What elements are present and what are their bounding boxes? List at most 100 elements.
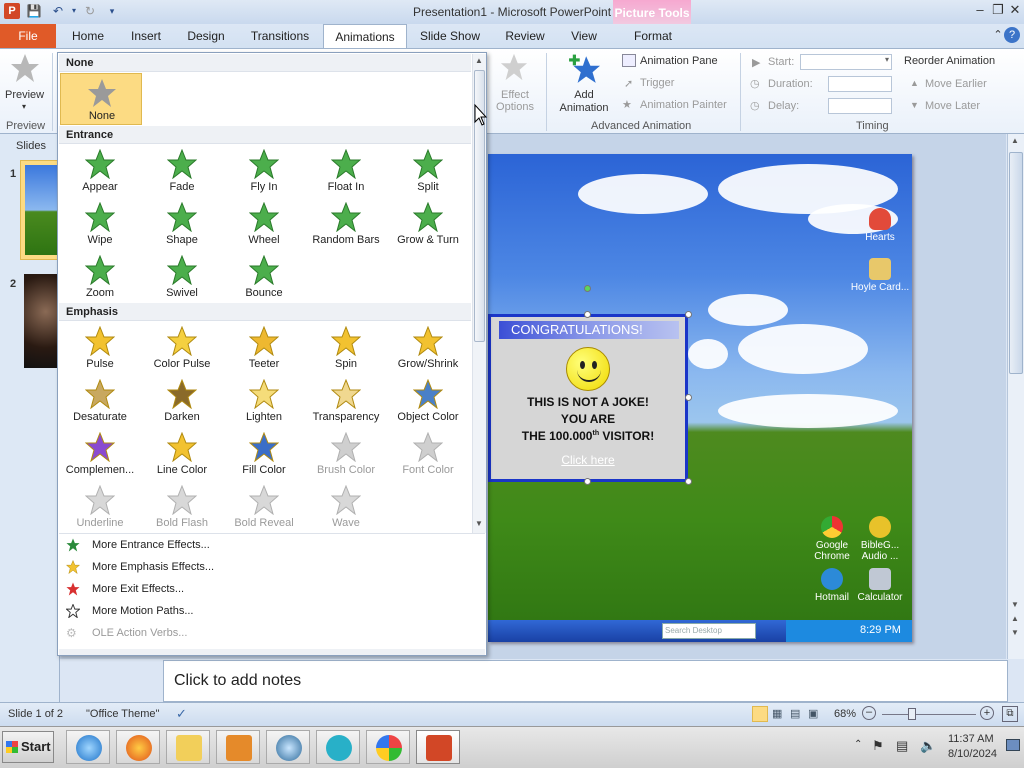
emphasis-complemen[interactable]: Complemen... xyxy=(59,428,141,480)
gallery-resize-grip[interactable] xyxy=(59,649,485,655)
slides-tab[interactable]: Slides xyxy=(16,140,46,152)
more-emphasis-effects[interactable]: More Emphasis Effects... xyxy=(64,557,464,577)
emphasis-object-color[interactable]: Object Color xyxy=(387,375,469,427)
more-motion-paths[interactable]: More Motion Paths... xyxy=(64,601,464,621)
emphasis-color-pulse[interactable]: Color Pulse xyxy=(141,322,223,374)
start-button[interactable]: Start xyxy=(2,731,54,763)
emphasis-bold-reveal[interactable]: Bold Reveal xyxy=(223,481,305,533)
start-select[interactable]: ▾ xyxy=(800,54,892,70)
entrance-grow-turn[interactable]: Grow & Turn xyxy=(387,198,469,250)
trigger-button[interactable]: Trigger xyxy=(640,77,674,89)
emphasis-underline[interactable]: Underline xyxy=(59,481,141,533)
entrance-wipe[interactable]: Wipe xyxy=(59,198,141,250)
taskbar-app-5[interactable] xyxy=(266,730,310,764)
emphasis-fill-color[interactable]: Fill Color xyxy=(223,428,305,480)
preview-button[interactable]: Preview xyxy=(5,89,44,101)
zoom-level[interactable]: 68% xyxy=(834,708,856,720)
gallery-scroll-down-icon[interactable]: ▼ xyxy=(475,519,483,528)
entrance-bounce[interactable]: Bounce xyxy=(223,251,305,303)
resize-handle-top-right[interactable] xyxy=(685,311,692,318)
action-center-icon[interactable]: ⚑ xyxy=(872,738,884,754)
move-earlier-button[interactable]: Move Earlier xyxy=(925,78,987,90)
resize-handle-bottom[interactable] xyxy=(584,478,591,485)
entrance-wheel[interactable]: Wheel xyxy=(223,198,305,250)
emphasis-grow-shrink[interactable]: Grow/Shrink xyxy=(387,322,469,374)
taskbar-app-7[interactable] xyxy=(366,730,410,764)
emphasis-brush-color[interactable]: Brush Color xyxy=(305,428,387,480)
entrance-zoom[interactable]: Zoom xyxy=(59,251,141,303)
zoom-out-icon[interactable]: – xyxy=(862,706,876,720)
slide-sorter-icon[interactable]: ▦ xyxy=(772,707,782,720)
resize-handle-bottom-right[interactable] xyxy=(685,478,692,485)
emphasis-font-color[interactable]: Font Color xyxy=(387,428,469,480)
entrance-shape[interactable]: Shape xyxy=(141,198,223,250)
duration-field[interactable] xyxy=(828,76,892,92)
slide-show-icon[interactable]: ▣ xyxy=(808,707,818,720)
emphasis-line-color[interactable]: Line Color xyxy=(141,428,223,480)
clock-date[interactable]: 8/10/2024 xyxy=(948,748,997,760)
entrance-random-bars[interactable]: Random Bars xyxy=(305,198,387,250)
more-entrance-effects[interactable]: More Entrance Effects... xyxy=(64,535,464,555)
scroll-down-icon[interactable]: ▼ xyxy=(1011,600,1019,609)
entrance-float-in[interactable]: Float In xyxy=(305,145,387,197)
emphasis-wave[interactable]: Wave xyxy=(305,481,387,533)
preview-dropdown-icon[interactable]: ▾ xyxy=(22,102,26,111)
spelling-check-icon[interactable]: ✓ xyxy=(176,706,187,722)
taskbar-explorer[interactable] xyxy=(166,730,210,764)
more-exit-effects[interactable]: More Exit Effects... xyxy=(64,579,464,599)
tab-file[interactable]: File xyxy=(0,24,56,48)
tab-view[interactable]: View xyxy=(564,24,604,48)
close-icon[interactable]: ✕ xyxy=(1005,2,1024,20)
entrance-fly-in[interactable]: Fly In xyxy=(223,145,305,197)
move-later-button[interactable]: Move Later xyxy=(925,100,980,112)
tab-format[interactable]: Format xyxy=(624,24,682,48)
anim-none[interactable]: None xyxy=(60,73,142,125)
slide-thumbnail-2[interactable] xyxy=(24,274,60,368)
minimize-icon[interactable]: – xyxy=(970,2,990,20)
help-icon[interactable]: ? xyxy=(1004,27,1020,43)
show-hidden-icons[interactable]: ⌃ xyxy=(854,739,862,750)
ole-action-verbs[interactable]: ⚙ OLE Action Verbs... xyxy=(64,623,464,643)
entrance-swivel[interactable]: Swivel xyxy=(141,251,223,303)
rotation-handle[interactable] xyxy=(584,285,591,292)
emphasis-lighten[interactable]: Lighten xyxy=(223,375,305,427)
animation-pane-button[interactable]: Animation Pane xyxy=(640,55,718,67)
tab-transitions[interactable]: Transitions xyxy=(246,24,314,48)
normal-view-icon[interactable] xyxy=(752,706,768,722)
reading-view-icon[interactable]: ▤ xyxy=(790,707,800,720)
taskbar-media[interactable] xyxy=(216,730,260,764)
emphasis-bold-flash[interactable]: Bold Flash xyxy=(141,481,223,533)
tab-design[interactable]: Design xyxy=(182,24,230,48)
emphasis-teeter[interactable]: Teeter xyxy=(223,322,305,374)
effect-options-button[interactable]: Effect Options xyxy=(495,89,535,113)
tab-animations[interactable]: Animations xyxy=(323,24,407,48)
entrance-fade[interactable]: Fade xyxy=(141,145,223,197)
gallery-scroll-up-icon[interactable]: ▲ xyxy=(475,56,483,65)
emphasis-transparency[interactable]: Transparency xyxy=(305,375,387,427)
clock-time[interactable]: 11:37 AM xyxy=(948,733,994,745)
entrance-appear[interactable]: Appear xyxy=(59,145,141,197)
tab-insert[interactable]: Insert xyxy=(124,24,168,48)
network-icon[interactable]: ▤ xyxy=(896,738,908,754)
notes-pane[interactable]: Click to add notes xyxy=(163,660,1008,702)
taskbar-app-6[interactable] xyxy=(316,730,360,764)
emphasis-darken[interactable]: Darken xyxy=(141,375,223,427)
slide-thumbnail-1[interactable] xyxy=(20,160,61,260)
taskbar-ie[interactable] xyxy=(66,730,110,764)
tab-home[interactable]: Home xyxy=(66,24,110,48)
volume-icon[interactable]: 🔈 xyxy=(920,738,936,754)
previous-slide-icon[interactable]: ▲ xyxy=(1011,614,1019,623)
zoom-slider-thumb[interactable] xyxy=(908,708,916,720)
fit-to-window-icon[interactable]: ⧉ xyxy=(1002,706,1018,722)
add-animation-button[interactable]: Add Animation xyxy=(556,89,612,115)
vertical-scrollbar[interactable]: ▲ ▼ ▲ ▼ xyxy=(1007,134,1024,659)
emphasis-desaturate[interactable]: Desaturate xyxy=(59,375,141,427)
resize-handle-top[interactable] xyxy=(584,311,591,318)
emphasis-pulse[interactable]: Pulse xyxy=(59,322,141,374)
next-slide-icon[interactable]: ▼ xyxy=(1011,628,1019,637)
tab-review[interactable]: Review xyxy=(500,24,550,48)
taskbar-powerpoint[interactable] xyxy=(416,730,460,764)
emphasis-spin[interactable]: Spin xyxy=(305,322,387,374)
zoom-in-icon[interactable]: + xyxy=(980,706,994,720)
animation-painter-button[interactable]: Animation Painter xyxy=(640,99,727,111)
